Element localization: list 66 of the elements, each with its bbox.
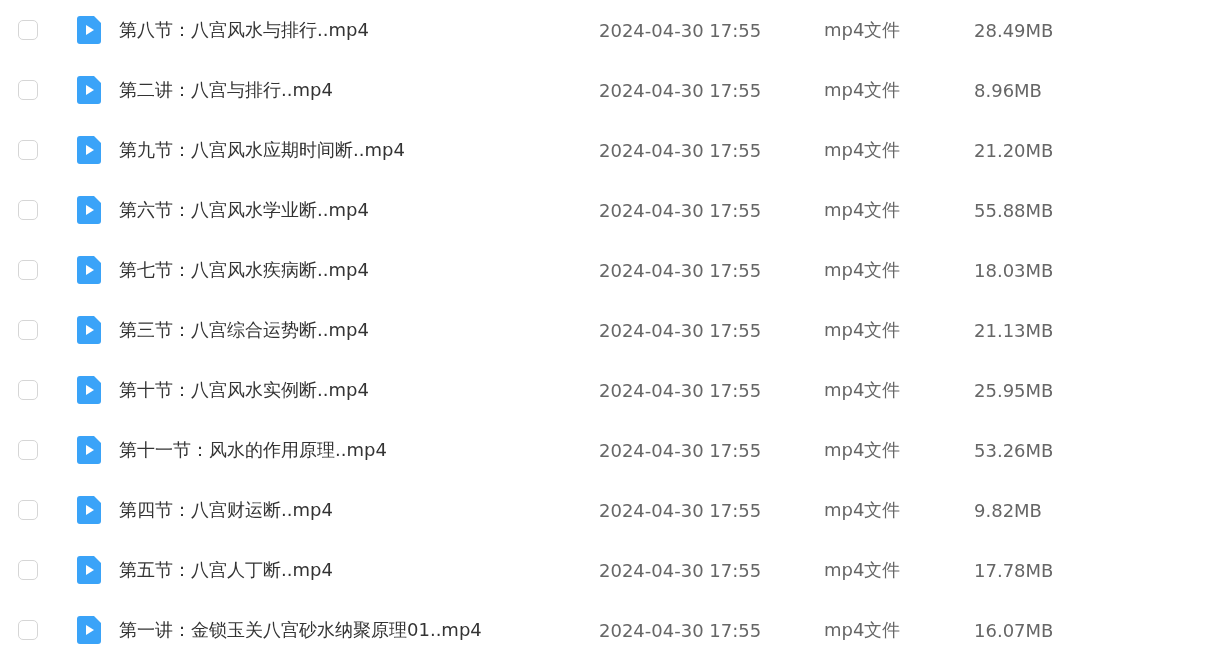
video-file-icon (77, 616, 101, 644)
file-name[interactable]: 第七节：八宫风水疾病断..mp4 (119, 258, 599, 282)
file-size: 8.96MB (974, 79, 1042, 101)
checkbox[interactable] (18, 80, 38, 100)
file-size: 9.82MB (974, 499, 1042, 521)
video-file-icon (77, 556, 101, 584)
file-type: mp4文件 (824, 438, 902, 462)
file-name[interactable]: 第九节：八宫风水应期时间断..mp4 (119, 138, 599, 162)
file-size: 21.20MB (974, 139, 1054, 161)
modified-date: 2024-04-30 17:55 (599, 379, 763, 401)
file-name[interactable]: 第一讲：金锁玉关八宫砂水纳聚原理01..mp4 (119, 618, 599, 642)
file-name[interactable]: 第五节：八宫人丁断..mp4 (119, 558, 599, 582)
file-size: 53.26MB (974, 439, 1054, 461)
file-type: mp4文件 (824, 138, 902, 162)
file-name[interactable]: 第三节：八宫综合运势断..mp4 (119, 318, 599, 342)
video-file-icon (77, 136, 101, 164)
file-name[interactable]: 第六节：八宫风水学业断..mp4 (119, 198, 599, 222)
file-type: mp4文件 (824, 198, 902, 222)
modified-date: 2024-04-30 17:55 (599, 559, 763, 581)
file-type: mp4文件 (824, 558, 902, 582)
file-type: mp4文件 (824, 78, 902, 102)
video-file-icon (77, 376, 101, 404)
checkbox[interactable] (18, 320, 38, 340)
video-file-icon (77, 316, 101, 344)
file-type: mp4文件 (824, 498, 902, 522)
file-name[interactable]: 第八节：八宫风水与排行..mp4 (119, 18, 599, 42)
modified-date: 2024-04-30 17:55 (599, 259, 763, 281)
file-name[interactable]: 第四节：八宫财运断..mp4 (119, 498, 599, 522)
checkbox[interactable] (18, 380, 38, 400)
file-name[interactable]: 第二讲：八宫与排行..mp4 (119, 78, 599, 102)
modified-date: 2024-04-30 17:55 (599, 139, 763, 161)
video-file-icon (77, 256, 101, 284)
file-size: 25.95MB (974, 379, 1054, 401)
checkbox[interactable] (18, 440, 38, 460)
file-size: 21.13MB (974, 319, 1054, 341)
file-name[interactable]: 第十节：八宫风水实例断..mp4 (119, 378, 599, 402)
file-size: 55.88MB (974, 199, 1054, 221)
video-file-icon (77, 436, 101, 464)
file-type: mp4文件 (824, 318, 902, 342)
video-file-icon (77, 196, 101, 224)
checkbox[interactable] (18, 620, 38, 640)
video-file-icon (77, 496, 101, 524)
modified-date: 2024-04-30 17:55 (599, 619, 763, 641)
checkbox[interactable] (18, 140, 38, 160)
file-type: mp4文件 (824, 258, 902, 282)
modified-date: 2024-04-30 17:55 (599, 79, 763, 101)
file-type: mp4文件 (824, 618, 902, 642)
checkbox[interactable] (18, 200, 38, 220)
checkbox[interactable] (18, 20, 38, 40)
file-type: mp4文件 (824, 378, 902, 402)
modified-date: 2024-04-30 17:55 (599, 19, 763, 41)
modified-date: 2024-04-30 17:55 (599, 499, 763, 521)
modified-date: 2024-04-30 17:55 (599, 319, 763, 341)
checkbox[interactable] (18, 260, 38, 280)
modified-date: 2024-04-30 17:55 (599, 199, 763, 221)
file-name[interactable]: 第十一节：风水的作用原理..mp4 (119, 438, 599, 462)
video-file-icon (77, 16, 101, 44)
file-size: 18.03MB (974, 259, 1054, 281)
checkbox[interactable] (18, 500, 38, 520)
file-type: mp4文件 (824, 18, 902, 42)
checkbox[interactable] (18, 560, 38, 580)
file-size: 28.49MB (974, 19, 1054, 41)
file-size: 17.78MB (974, 559, 1054, 581)
file-size: 16.07MB (974, 619, 1054, 641)
modified-date: 2024-04-30 17:55 (599, 439, 763, 461)
video-file-icon (77, 76, 101, 104)
